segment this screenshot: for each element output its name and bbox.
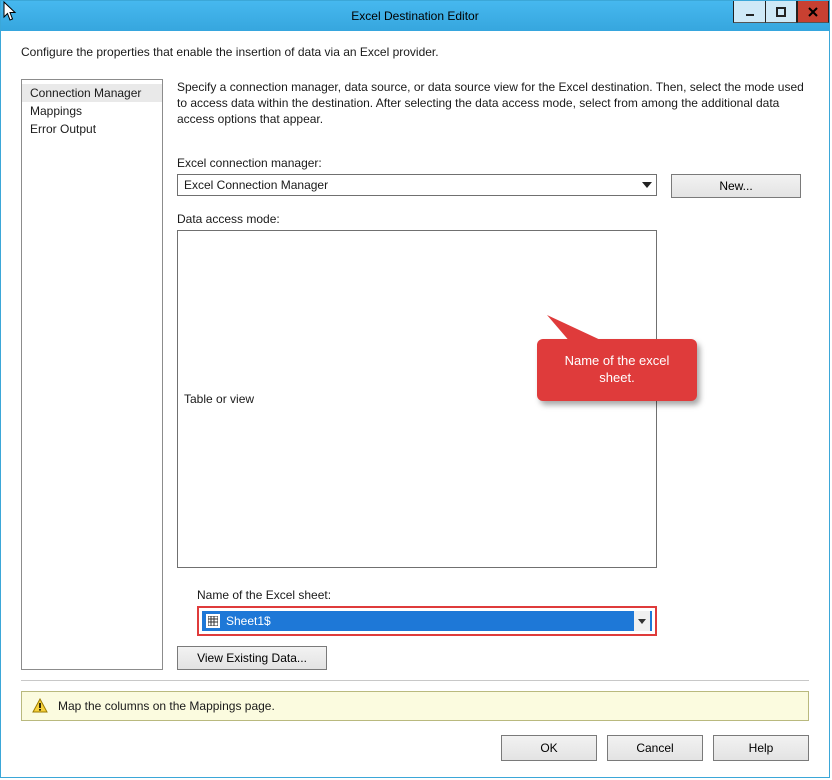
cancel-button[interactable]: Cancel [607,735,703,761]
table-icon [206,614,220,628]
annotation-callout: Name of the excel sheet. [537,339,697,401]
new-connection-button[interactable]: New... [671,174,801,198]
conn-manager-value: Excel Connection Manager [184,178,328,192]
nav-item-error-output[interactable]: Error Output [22,120,162,138]
warning-bar: Map the columns on the Mappings page. [21,691,809,721]
data-access-mode-value: Table or view [184,392,254,406]
window-title: Excel Destination Editor [1,9,829,23]
chevron-down-icon [642,182,652,188]
maximize-button[interactable] [765,1,797,23]
nav-item-mappings[interactable]: Mappings [22,102,162,120]
titlebar: Excel Destination Editor [1,1,829,31]
help-button[interactable]: Help [713,735,809,761]
chevron-down-icon [634,611,650,631]
nav-item-connection-manager[interactable]: Connection Manager [22,84,162,102]
sheet-highlight-annotation: Sheet1$ [197,606,657,636]
description-text: Specify a connection manager, data sourc… [177,79,809,128]
conn-manager-label: Excel connection manager: [177,156,809,170]
conn-manager-combo[interactable]: Excel Connection Manager [177,174,657,196]
warning-icon [32,698,48,714]
sheet-name-combo[interactable]: Sheet1$ [202,611,652,631]
intro-text: Configure the properties that enable the… [21,45,809,59]
sheet-name-label: Name of the Excel sheet: [197,588,657,602]
nav-panel: Connection Manager Mappings Error Output [21,79,163,670]
sheet-name-value: Sheet1$ [226,614,271,628]
close-button[interactable] [797,1,829,23]
warning-text: Map the columns on the Mappings page. [58,699,275,713]
separator [21,680,809,681]
minimize-button[interactable] [733,1,765,23]
window: Excel Destination Editor Configure the p… [0,0,830,778]
ok-button[interactable]: OK [501,735,597,761]
data-access-mode-label: Data access mode: [177,212,809,226]
view-existing-data-button[interactable]: View Existing Data... [177,646,327,670]
